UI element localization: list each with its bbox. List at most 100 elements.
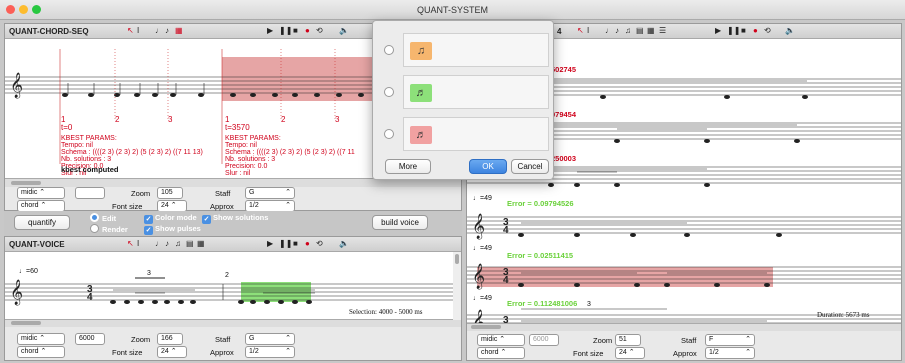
zoom-label: Zoom bbox=[131, 189, 151, 198]
vertical-scrollbar[interactable] bbox=[453, 252, 461, 320]
staff-select[interactable]: F ⌃ bbox=[705, 334, 755, 346]
grid-icon[interactable]: ▤ bbox=[636, 26, 644, 35]
build-voice-button[interactable]: build voice bbox=[372, 215, 428, 230]
midic-select[interactable]: midic ⌃ bbox=[17, 333, 65, 345]
option-radio[interactable] bbox=[384, 129, 394, 139]
font-size-select[interactable]: 24 ⌃ bbox=[615, 347, 645, 359]
chord-select[interactable]: chord ⌃ bbox=[477, 347, 525, 359]
render-radio[interactable]: Render bbox=[90, 224, 128, 234]
edit-radio[interactable]: Edit bbox=[90, 213, 116, 223]
ok-button[interactable]: OK bbox=[469, 159, 507, 174]
approx-label: Approx bbox=[673, 349, 697, 358]
record-icon[interactable]: ● bbox=[305, 26, 310, 35]
window-title: QUANT-SYSTEM bbox=[416, 5, 488, 15]
loop-icon[interactable]: ⟲ bbox=[764, 26, 771, 35]
zoom-field[interactable]: 105 bbox=[157, 187, 183, 199]
arrow-tool-icon[interactable]: ↖ bbox=[577, 26, 584, 35]
more-button[interactable]: More bbox=[385, 159, 431, 174]
list-icon[interactable]: ☰ bbox=[659, 26, 666, 35]
speaker-icon[interactable]: 🔈 bbox=[785, 26, 795, 35]
midic-value-field[interactable]: 6000 bbox=[75, 333, 105, 345]
option-radio[interactable] bbox=[384, 45, 394, 55]
chord-select[interactable]: chord ⌃ bbox=[17, 346, 65, 358]
quarter-note-icon[interactable]: ♩ bbox=[155, 239, 163, 248]
stop-icon[interactable]: ■ bbox=[293, 26, 298, 35]
color-mode-checkbox[interactable]: ✓ Color mode bbox=[144, 213, 197, 224]
zoom-field[interactable]: 166 bbox=[157, 333, 183, 345]
text-cursor-icon[interactable]: I bbox=[137, 239, 139, 248]
chord-seq-controls: midic ⌃ chord ⌃ Zoom 105 Font size 24 ⌃ … bbox=[5, 187, 461, 212]
approx-select[interactable]: 1/2 ⌃ bbox=[245, 346, 295, 358]
approx-label: Approx bbox=[210, 348, 234, 357]
show-pulses-checkbox[interactable]: ✓ Show pulses bbox=[144, 224, 201, 235]
quantify-button[interactable]: quantify bbox=[14, 215, 70, 230]
eighth-note-icon[interactable]: ♪ bbox=[165, 26, 169, 35]
grid-alt-icon[interactable]: ▦ bbox=[197, 239, 205, 248]
results-title: 4 bbox=[557, 27, 562, 36]
triplet-beam-icon: ♬ bbox=[410, 84, 432, 102]
voice-title: QUANT-VOICE bbox=[9, 240, 65, 249]
approx-select[interactable]: 1/2 ⌃ bbox=[705, 347, 755, 359]
stop-icon[interactable]: ■ bbox=[293, 239, 298, 248]
approx-label: Approx bbox=[210, 202, 234, 211]
loop-icon[interactable]: ⟲ bbox=[316, 26, 323, 35]
quarter-beam-icon: ♫ bbox=[410, 42, 432, 60]
pause-icon[interactable]: ❚❚ bbox=[727, 26, 740, 35]
tuplet-number: 3 bbox=[587, 301, 591, 308]
duration-readout: Duration: 5673 ms bbox=[817, 311, 870, 319]
play-icon[interactable]: ▶ bbox=[267, 239, 273, 248]
quarter-note-icon[interactable]: ♩ bbox=[605, 26, 613, 35]
arrow-tool-icon[interactable]: ↖ bbox=[127, 26, 134, 35]
pause-icon[interactable]: ❚❚ bbox=[279, 26, 292, 35]
speaker-icon[interactable]: 🔈 bbox=[339, 239, 349, 248]
quarter-note-icon[interactable]: ♩ bbox=[155, 26, 163, 35]
horizontal-scrollbar[interactable] bbox=[5, 320, 461, 327]
voice-header: QUANT-VOICE ↖ I ♩ ♪ ♫ ▤ ▦ ▶ ❚❚ ■ ● ⟲ 🔈 bbox=[5, 237, 461, 252]
horizontal-scrollbar[interactable] bbox=[5, 179, 461, 187]
play-icon[interactable]: ▶ bbox=[715, 26, 721, 35]
time-label: t=0 bbox=[61, 123, 73, 132]
font-size-select[interactable]: 24 ⌃ bbox=[157, 346, 187, 358]
beamed-notes-icon[interactable]: ♫ bbox=[625, 26, 631, 35]
record-icon[interactable]: ● bbox=[305, 239, 310, 248]
pause-icon[interactable]: ❚❚ bbox=[279, 239, 292, 248]
voice-score[interactable]: ♩=60 𝄞 34 3 2 Selection: 4000 - 5000 ms bbox=[5, 252, 453, 320]
marker-label: 3 bbox=[168, 115, 173, 124]
text-cursor-icon[interactable]: I bbox=[137, 26, 139, 35]
midic-value-field[interactable]: 6000 bbox=[529, 334, 559, 346]
cancel-button[interactable]: Cancel bbox=[511, 159, 549, 174]
stop-icon[interactable]: ■ bbox=[741, 26, 746, 35]
midic-select[interactable]: midic ⌃ bbox=[477, 334, 525, 346]
option-row[interactable]: ♫ bbox=[384, 33, 549, 67]
zoom-field[interactable]: 51 bbox=[615, 334, 641, 346]
option-row[interactable]: ♬ bbox=[384, 75, 549, 109]
arrow-tool-icon[interactable]: ↖ bbox=[127, 239, 134, 248]
show-solutions-checkbox[interactable]: ✓ Show solutions bbox=[202, 213, 268, 224]
time-label: t=3570 bbox=[225, 123, 250, 132]
beamed-notes-icon[interactable]: ♫ bbox=[175, 239, 181, 248]
grid-icon[interactable]: ▦ bbox=[175, 26, 183, 35]
loop-icon[interactable]: ⟲ bbox=[316, 239, 323, 248]
speaker-icon[interactable]: 🔈 bbox=[339, 26, 349, 35]
grid-alt-icon[interactable]: ▦ bbox=[647, 26, 655, 35]
midic-select[interactable]: midic ⌃ bbox=[17, 187, 65, 199]
font-size-label: Font size bbox=[112, 348, 143, 357]
text-cursor-icon[interactable]: I bbox=[587, 26, 589, 35]
horizontal-scrollbar[interactable] bbox=[467, 324, 901, 331]
svg-text:𝄞: 𝄞 bbox=[10, 279, 23, 305]
marker-label: 2 bbox=[281, 115, 286, 124]
eighth-note-icon[interactable]: ♪ bbox=[615, 26, 619, 35]
option-radio[interactable] bbox=[384, 87, 394, 97]
play-icon[interactable]: ▶ bbox=[267, 26, 273, 35]
midic-value-field[interactable] bbox=[75, 187, 105, 199]
option-row[interactable]: ♬ bbox=[384, 117, 549, 151]
staff-label: Staff bbox=[215, 335, 231, 344]
eighth-note-icon[interactable]: ♪ bbox=[165, 239, 169, 248]
kbest-params-2: KBEST PARAMS: Tempo: nil Schema : ((((2 3)… bbox=[225, 135, 355, 177]
staff-label: Staff bbox=[215, 189, 231, 198]
zoom-label: Zoom bbox=[593, 336, 613, 345]
record-icon[interactable]: ● bbox=[753, 26, 758, 35]
staff-select[interactable]: G ⌃ bbox=[245, 333, 295, 345]
grid-icon[interactable]: ▤ bbox=[186, 239, 194, 248]
staff-select[interactable]: G ⌃ bbox=[245, 187, 295, 199]
